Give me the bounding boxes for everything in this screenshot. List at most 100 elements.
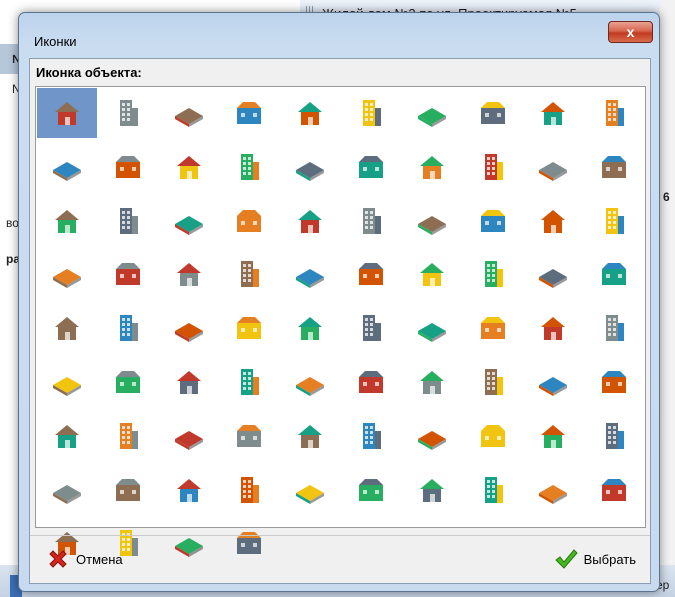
construction-crane-building-icon-glyph: [55, 102, 79, 125]
oil-rig-icon[interactable]: [584, 411, 644, 461]
factory-red-icon[interactable]: [98, 88, 158, 138]
statue-icon[interactable]: [402, 411, 462, 461]
power-pylon-icon[interactable]: [341, 465, 401, 515]
small-factory-icon-glyph: [176, 371, 201, 394]
brown-house-icon[interactable]: [341, 88, 401, 138]
small-factory-icon[interactable]: [159, 357, 219, 407]
grey-silos-icon[interactable]: [98, 411, 158, 461]
football-field-icon[interactable]: [523, 411, 583, 461]
construction-crane-building-icon[interactable]: [37, 88, 97, 138]
road-segment-icon[interactable]: [523, 465, 583, 515]
factory-chimney-icon[interactable]: [219, 357, 279, 407]
wooden-bridge-icon[interactable]: [219, 518, 279, 568]
green-farm-icon[interactable]: [280, 411, 340, 461]
cottage-icon[interactable]: [523, 88, 583, 138]
factory-chimney-icon-glyph: [241, 369, 260, 395]
satellite-station-icon[interactable]: [463, 196, 523, 246]
red-brick-apartments-icon[interactable]: [219, 142, 279, 192]
green-mint-building-icon[interactable]: [402, 142, 462, 192]
orange-house-icon[interactable]: [463, 88, 523, 138]
striped-apartments-icon[interactable]: [98, 303, 158, 353]
dark-brick-block-icon-glyph: [359, 155, 383, 178]
blue-office-icon[interactable]: [523, 142, 583, 192]
green-tent-icon[interactable]: [584, 303, 644, 353]
railway-station-icon[interactable]: [463, 465, 523, 515]
section-label: Иконка объекта:: [36, 65, 142, 80]
tall-blue-building-icon[interactable]: [280, 88, 340, 138]
blue-office-buildings-icon[interactable]: [219, 88, 279, 138]
green-glass-tower-icon[interactable]: [584, 88, 644, 138]
lattice-tower-icon[interactable]: [402, 465, 462, 515]
modern-glass-building-icon[interactable]: [280, 303, 340, 353]
metro-station-icon[interactable]: [159, 518, 219, 568]
gas-valve-icon[interactable]: [219, 465, 279, 515]
brick-hotel-icon[interactable]: [219, 303, 279, 353]
round-blue-tower-icon[interactable]: [219, 196, 279, 246]
castle-icon[interactable]: [159, 142, 219, 192]
blue-factory-icon[interactable]: [280, 357, 340, 407]
cancel-button[interactable]: Отмена: [40, 541, 129, 577]
close-button[interactable]: x: [608, 21, 653, 43]
satellite-dish-icon-glyph: [176, 478, 201, 502]
water-pipe-icon[interactable]: [280, 465, 340, 515]
pink-apartments-icon[interactable]: [341, 196, 401, 246]
blue-hangar-icon[interactable]: [98, 357, 158, 407]
satellite-dish-icon[interactable]: [159, 465, 219, 515]
hotel-icon[interactable]: [341, 303, 401, 353]
barrier-gate-icon[interactable]: [341, 249, 401, 299]
brown-house-icon-glyph: [363, 100, 381, 126]
oil-pump-icon[interactable]: [37, 465, 97, 515]
hospital-icon[interactable]: [98, 249, 158, 299]
fire-station-icon[interactable]: [280, 142, 340, 192]
blue-roof-house-icon[interactable]: [402, 303, 462, 353]
hotel-icon-glyph: [363, 315, 381, 342]
blue-office-block-icon[interactable]: [280, 196, 340, 246]
cathedral-icon[interactable]: [219, 411, 279, 461]
background-fragment: 6: [663, 190, 670, 204]
grey-dome-building-icon[interactable]: [463, 303, 523, 353]
radio-tower-icon[interactable]: [98, 465, 158, 515]
green-apartments-icon[interactable]: [98, 142, 158, 192]
brick-church-icon[interactable]: [159, 411, 219, 461]
green-tower-icon[interactable]: [463, 142, 523, 192]
dark-brick-block-icon[interactable]: [341, 142, 401, 192]
blue-office-complex-icon[interactable]: [37, 142, 97, 192]
green-garden-icon[interactable]: [341, 411, 401, 461]
gas-storage-icon[interactable]: [584, 357, 644, 407]
green-pavilion-icon[interactable]: [159, 249, 219, 299]
dollar-bank-icon[interactable]: [584, 196, 644, 246]
curved-road-icon[interactable]: [584, 465, 644, 515]
stadium-icon[interactable]: [463, 411, 523, 461]
dark-pavilion-icon[interactable]: [159, 303, 219, 353]
gas-storage-icon-glyph: [602, 371, 627, 393]
shop-awning-icon[interactable]: [219, 249, 279, 299]
grey-office-icon[interactable]: [98, 196, 158, 246]
white-highrise-icon[interactable]: [159, 196, 219, 246]
green-roof-house-icon[interactable]: [37, 303, 97, 353]
yellow-tower-icon[interactable]: [584, 249, 644, 299]
red-roof-house-icon[interactable]: [402, 88, 462, 138]
industrial-plant-icon[interactable]: [341, 357, 401, 407]
orange-house-trees-icon[interactable]: [584, 142, 644, 192]
cancel-label: Отмена: [76, 551, 123, 567]
flag-office-icon[interactable]: [402, 249, 462, 299]
barrier-gate-icon-glyph: [359, 263, 383, 286]
townhouse-icon[interactable]: [523, 249, 583, 299]
dialog-titlebar[interactable]: Иконки x: [19, 13, 659, 51]
shop-icon[interactable]: [523, 196, 583, 246]
brick-ruins-icon[interactable]: [37, 411, 97, 461]
grey-tanks-icon[interactable]: [523, 357, 583, 407]
orange-pipes-icon[interactable]: [463, 357, 523, 407]
blue-office-icon-glyph: [539, 161, 568, 181]
warehouse-icon[interactable]: [280, 249, 340, 299]
blue-window-building-icon[interactable]: [402, 196, 462, 246]
green-tower-icon-glyph: [484, 153, 503, 180]
bank-columns-icon[interactable]: [37, 249, 97, 299]
red-factory-icon[interactable]: [402, 357, 462, 407]
brown-shop-icon[interactable]: [463, 249, 523, 299]
select-button[interactable]: Выбрать: [548, 541, 642, 577]
capitol-dome-icon[interactable]: [37, 196, 97, 246]
colorful-buildings-icon[interactable]: [159, 88, 219, 138]
orange-shed-icon[interactable]: [37, 357, 97, 407]
white-pavilion-icon[interactable]: [523, 303, 583, 353]
